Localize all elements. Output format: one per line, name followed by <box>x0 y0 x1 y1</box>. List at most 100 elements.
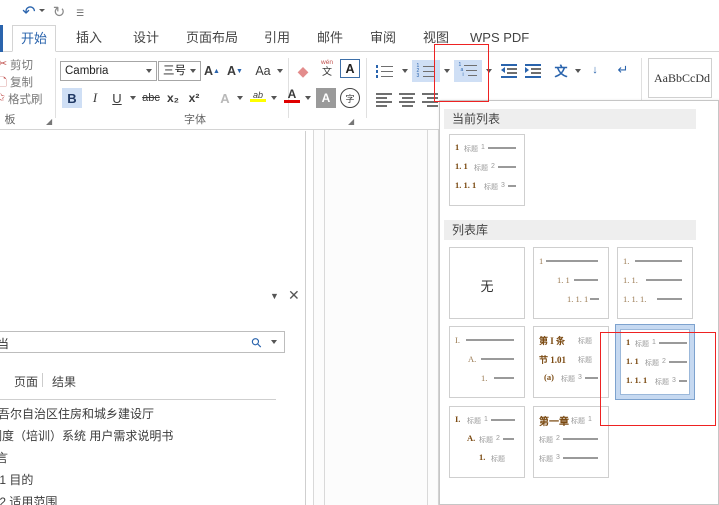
font-color-bar <box>284 100 300 103</box>
preview-level: 2 <box>496 435 500 442</box>
undo-dropdown-icon[interactable] <box>39 9 45 12</box>
numbered-list-button[interactable]: 1 2 3 <box>412 60 440 82</box>
format-painter-label[interactable]: 格式刷 <box>8 91 43 107</box>
tab-home[interactable]: 开始 <box>12 25 57 52</box>
enclose-character-icon[interactable]: 字 <box>340 88 360 108</box>
decrease-indent-button[interactable] <box>498 60 520 82</box>
cjk-layout-chevron-down-icon[interactable] <box>575 69 581 73</box>
navigation-search-input[interactable]: 当 ⚲ <box>0 331 285 353</box>
list-style-article-section[interactable]: 第 I 条 标题 节 1.01 标题 (a) 标题 3 <box>533 326 609 398</box>
bullet-list-chevron-down-icon[interactable] <box>402 69 408 73</box>
shrink-font-button[interactable]: A ▼ <box>226 61 244 81</box>
navigation-pane-menu-chevron-down-icon[interactable]: ▼ <box>270 291 279 301</box>
preview-level: 3 <box>578 374 582 381</box>
italic-label: I <box>92 90 98 105</box>
list-style-decimal-indent[interactable]: 1 1. 1 1. 1. 1 <box>533 247 609 319</box>
tab-view[interactable]: 视图 <box>415 25 457 52</box>
tab-layout[interactable]: 页面布局 <box>178 25 246 52</box>
list-item[interactable]: 维吾尔自治区住房和城乡建设厅 <box>0 404 264 424</box>
increase-indent-button[interactable] <box>522 60 544 82</box>
multilevel-list-gallery: 当前列表 1 标题 1 1. 1 标题 2 1. 1. 1 标题 3 列表库 无… <box>439 100 719 505</box>
preview-number: 1. 1. 1 <box>626 375 648 385</box>
cjk-layout-icon[interactable]: 文 <box>550 60 572 80</box>
numbered-list-chevron-down-icon[interactable] <box>444 69 450 73</box>
font-name-chevron-down-icon[interactable] <box>146 69 152 73</box>
character-shading-icon[interactable]: A <box>316 88 336 108</box>
navigation-tab-results[interactable]: 结果 <box>52 373 76 390</box>
bullet-list-button[interactable] <box>372 60 398 82</box>
tab-insert[interactable]: 插入 <box>68 25 110 52</box>
change-case-button[interactable]: Aa <box>252 61 274 81</box>
multilevel-list-chevron-down-icon[interactable] <box>486 69 492 73</box>
bold-button[interactable]: B <box>62 88 82 108</box>
format-painter-icon[interactable]: ✩ <box>0 91 5 104</box>
style-gallery-item[interactable]: AaBbCcDd <box>648 58 712 98</box>
grow-font-button[interactable]: A ▲ <box>203 61 221 81</box>
font-dialog-launcher[interactable]: ◢ <box>348 117 357 126</box>
cut-label[interactable]: 剪切 <box>10 57 33 73</box>
show-formatting-marks-icon[interactable]: ↵ <box>612 60 634 80</box>
navigation-tab-pages[interactable]: 页面 <box>14 373 38 390</box>
subscript-button[interactable]: x₂ <box>164 88 182 108</box>
preview-line <box>646 279 682 281</box>
change-case-chevron-down-icon[interactable] <box>277 69 283 73</box>
clear-formatting-icon[interactable]: ◆ <box>292 61 314 81</box>
preview-text: 标题 <box>484 184 498 191</box>
italic-button[interactable]: I <box>86 88 104 108</box>
align-center-icon <box>399 93 415 107</box>
multilevel-list-button[interactable]: 1 a i <box>454 60 482 82</box>
tab-mailings[interactable]: 邮件 <box>309 25 351 52</box>
list-style-roman-heading[interactable]: I. 标题 1 A. 标题 2 1. 标题 <box>449 406 525 478</box>
tab-design[interactable]: 设计 <box>125 25 167 52</box>
list-item[interactable]: 言 <box>0 448 274 468</box>
cut-icon[interactable]: ✂ <box>0 57 7 70</box>
list-item[interactable]: 调度（培训）系统 用户需求说明书 <box>0 426 268 446</box>
font-color-chevron-down-icon[interactable] <box>305 96 311 100</box>
preview-number: 1. 1. <box>623 275 638 285</box>
search-icon[interactable]: ⚲ <box>248 334 266 352</box>
underline-chevron-down-icon[interactable] <box>130 96 136 100</box>
font-name-combo[interactable]: Cambria <box>60 61 157 81</box>
list-style-chapter-heading[interactable]: 第一章 标题 1 标题 2 标题 3 <box>533 406 609 478</box>
document-page[interactable] <box>313 130 439 505</box>
text-effects-chevron-down-icon[interactable] <box>237 96 243 100</box>
sort-icon[interactable]: ↓ <box>584 60 606 80</box>
copy-label[interactable]: 复制 <box>10 74 33 90</box>
list-style-roman-alpha-decimal[interactable]: I. A. 1. <box>449 326 525 398</box>
search-options-chevron-down-icon[interactable] <box>271 340 277 344</box>
preview-line <box>481 358 514 360</box>
phonetic-guide-icon[interactable]: wén 文 <box>316 58 338 78</box>
change-case-label: Aa <box>255 64 271 78</box>
preview-number: A. <box>468 354 477 364</box>
tab-wps-pdf[interactable]: WPS PDF <box>462 25 537 52</box>
phonetic-guide-base: 文 <box>322 67 332 78</box>
list-style-none[interactable]: 无 <box>449 247 525 319</box>
highlight-icon[interactable]: ab <box>248 86 268 106</box>
superscript-button[interactable]: x² <box>185 88 203 108</box>
tab-review[interactable]: 审阅 <box>362 25 404 52</box>
font-size-chevron-down-icon[interactable] <box>190 69 196 73</box>
list-item[interactable]: .2 适用范围 <box>0 492 274 505</box>
redo-icon[interactable]: ↻ <box>50 3 68 21</box>
list-style-decimal-dot[interactable]: 1. 1. 1. 1. 1. 1. <box>617 247 693 319</box>
navigation-pane-close-icon[interactable]: ✕ <box>288 287 300 304</box>
current-list-preview[interactable]: 1 标题 1 1. 1 标题 2 1. 1. 1 标题 3 <box>449 134 525 206</box>
active-tab-accent <box>0 25 3 52</box>
underline-button[interactable]: U <box>108 88 126 108</box>
strikethrough-button[interactable]: abc <box>140 88 162 108</box>
text-effects-icon[interactable]: A <box>216 88 234 108</box>
customize-qat-icon[interactable]: ☰ <box>76 8 84 19</box>
list-item[interactable]: .1 目的 <box>0 470 274 490</box>
font-size-combo[interactable]: 三号 <box>158 61 201 81</box>
none-label: 无 <box>480 279 494 294</box>
list-style-heading-decimal[interactable]: 1 标题 1 1. 1 标题 2 1. 1. 1 标题 3 <box>615 324 695 400</box>
align-left-button[interactable] <box>372 88 396 110</box>
clipboard-dialog-launcher[interactable]: ◢ <box>46 117 55 126</box>
undo-icon[interactable]: ↶ <box>20 3 38 21</box>
highlight-chevron-down-icon[interactable] <box>271 96 277 100</box>
preview-line <box>546 260 598 262</box>
font-color-icon[interactable]: A <box>282 86 302 106</box>
tab-references[interactable]: 引用 <box>256 25 298 52</box>
character-border-icon[interactable]: A <box>340 59 360 78</box>
align-center-button[interactable] <box>395 88 419 110</box>
